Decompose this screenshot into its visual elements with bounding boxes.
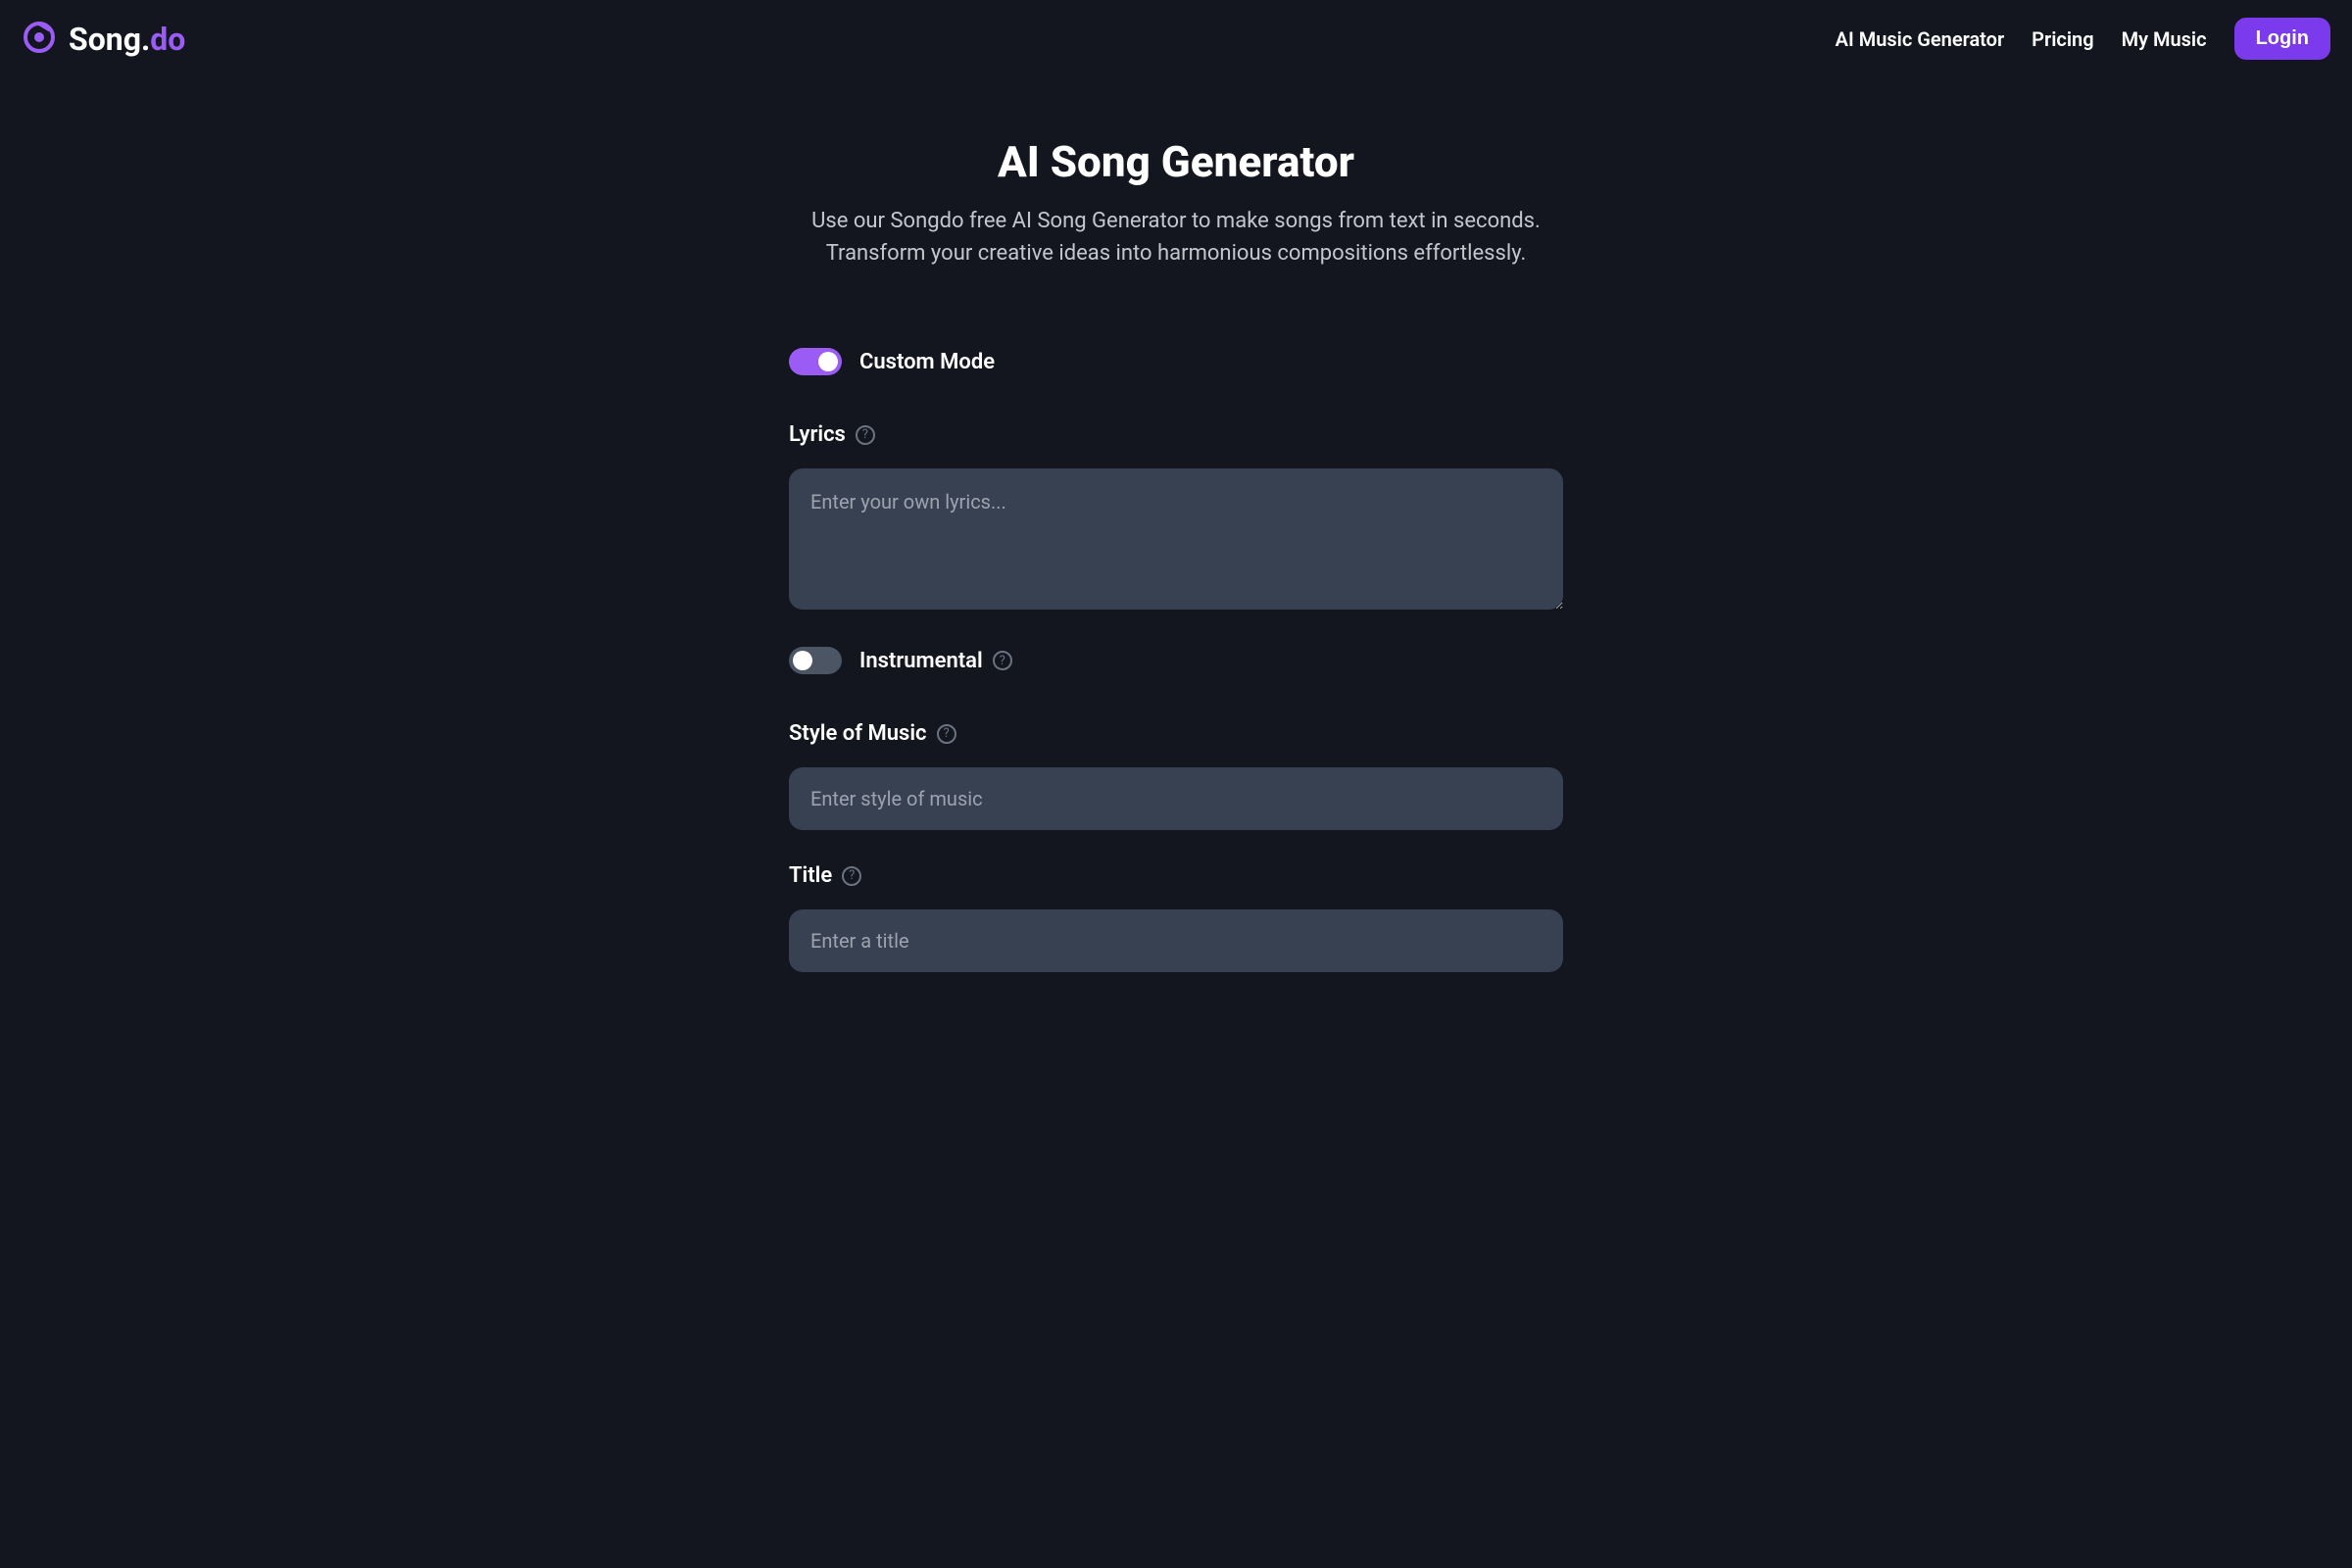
generator-form: Custom Mode Lyrics ? Instrumental ? Styl… <box>789 348 1563 1005</box>
style-label: Style of Music <box>789 721 927 746</box>
logo-text: Song.do <box>69 21 185 58</box>
lyrics-help-icon[interactable]: ? <box>856 425 875 445</box>
style-input[interactable] <box>789 767 1563 830</box>
logo-icon <box>22 20 57 59</box>
main-header: Song.do AI Music Generator Pricing My Mu… <box>0 0 2352 77</box>
lyrics-input[interactable] <box>789 468 1563 610</box>
page-subtitle: Use our Songdo free AI Song Generator to… <box>760 205 1592 270</box>
main-content: AI Song Generator Use our Songdo free AI… <box>657 77 1695 1045</box>
nav-pricing[interactable]: Pricing <box>2032 27 2093 51</box>
logo[interactable]: Song.do <box>22 20 185 59</box>
custom-mode-row: Custom Mode <box>789 348 1563 375</box>
main-nav: AI Music Generator Pricing My Music Logi… <box>1836 18 2330 60</box>
instrumental-toggle[interactable] <box>789 647 842 674</box>
custom-mode-label: Custom Mode <box>859 350 995 374</box>
nav-my-music[interactable]: My Music <box>2122 27 2207 51</box>
title-label-row: Title ? <box>789 863 1563 888</box>
instrumental-row: Instrumental ? <box>789 647 1563 674</box>
instrumental-label-group: Instrumental ? <box>859 649 1012 673</box>
login-button[interactable]: Login <box>2234 18 2330 60</box>
toggle-knob <box>818 352 838 371</box>
instrumental-label: Instrumental <box>859 649 983 673</box>
nav-ai-generator[interactable]: AI Music Generator <box>1836 27 2005 51</box>
style-label-row: Style of Music ? <box>789 721 1563 746</box>
title-label: Title <box>789 863 832 888</box>
page-title: AI Song Generator <box>676 136 1676 187</box>
title-help-icon[interactable]: ? <box>842 866 861 886</box>
title-input[interactable] <box>789 909 1563 972</box>
lyrics-label: Lyrics <box>789 422 846 447</box>
custom-mode-toggle[interactable] <box>789 348 842 375</box>
lyrics-label-row: Lyrics ? <box>789 422 1563 447</box>
instrumental-help-icon[interactable]: ? <box>993 651 1012 670</box>
toggle-knob <box>793 651 812 670</box>
style-help-icon[interactable]: ? <box>937 724 956 744</box>
